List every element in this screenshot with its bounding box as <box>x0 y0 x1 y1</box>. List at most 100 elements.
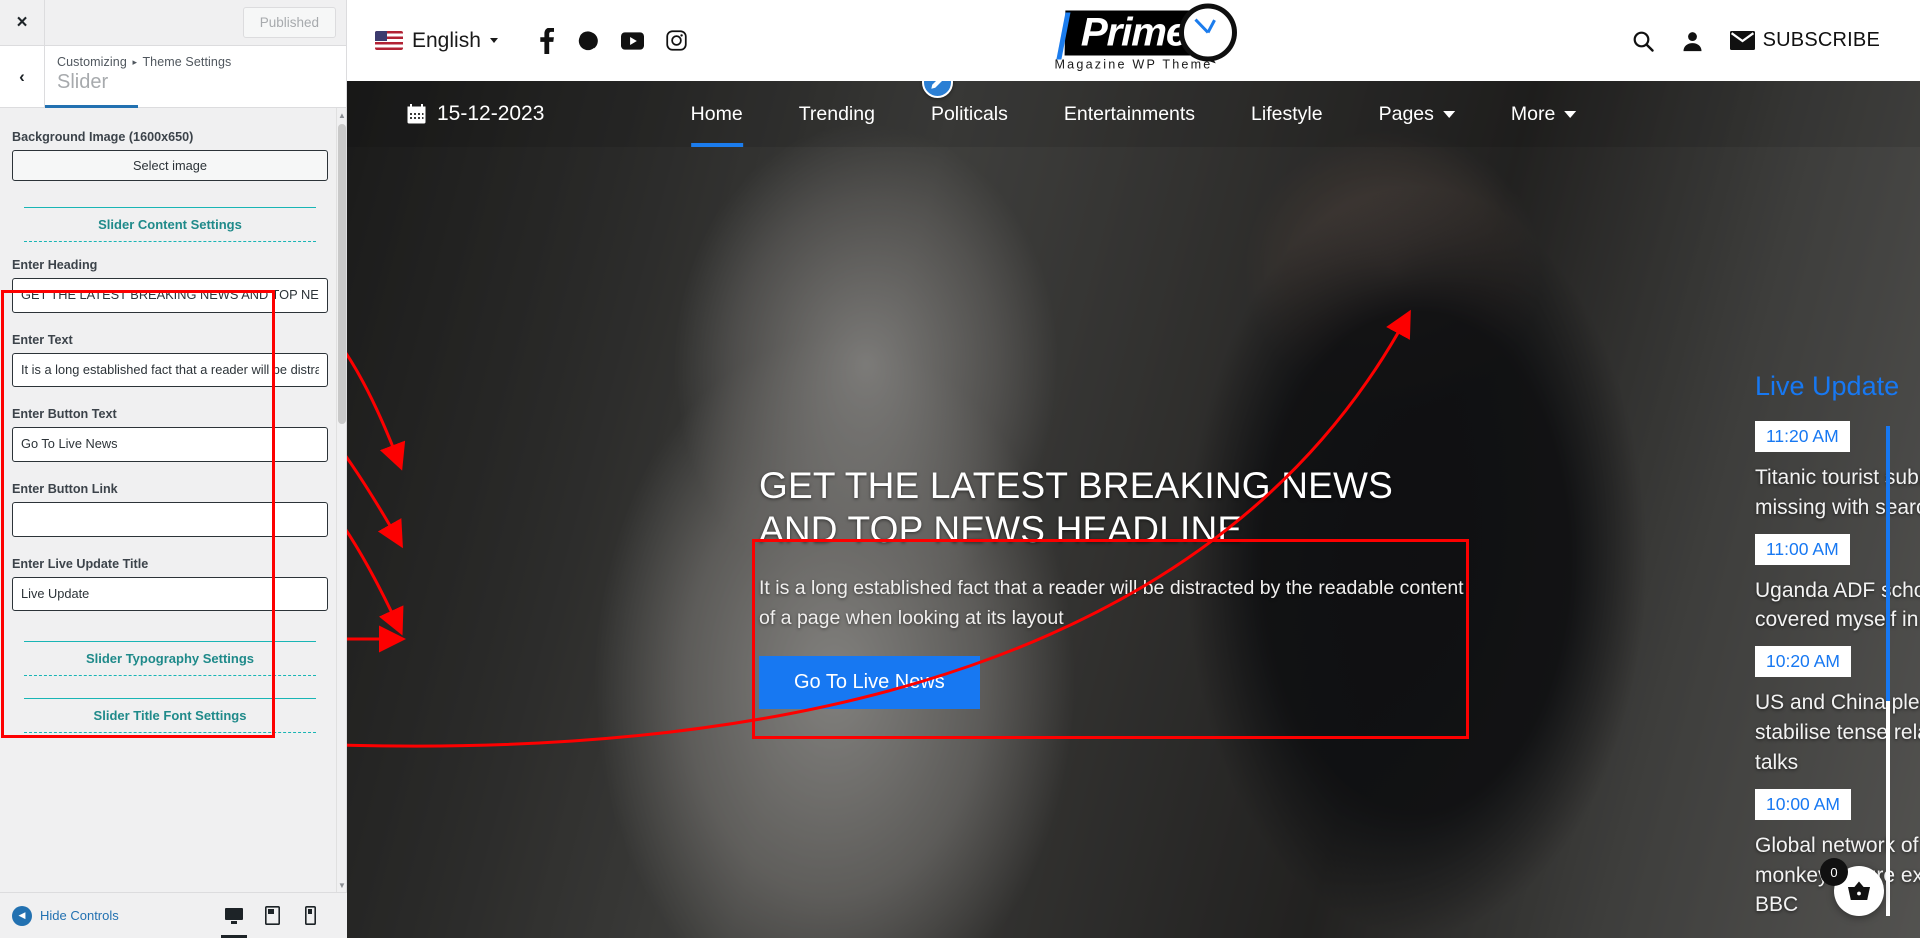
field-enter-text: Enter Text <box>12 333 328 388</box>
nav-item-trending[interactable]: Trending <box>771 81 903 147</box>
nav-item-label: Entertainments <box>1063 103 1196 125</box>
slider-progress-bar[interactable] <box>1886 426 1890 916</box>
slide-content: GET THE LATEST BREAKING NEWS AND TOP NEW… <box>759 464 1475 710</box>
nav-item-entertainments[interactable]: Entertainments <box>1036 81 1223 147</box>
google-icon[interactable] <box>577 30 599 52</box>
pencil-icon <box>931 81 942 89</box>
nav-item-label: Lifestyle <box>1251 103 1323 125</box>
subscribe-label: SUBSCRIBE <box>1762 29 1880 51</box>
input-enter-live-update-title[interactable] <box>12 576 328 612</box>
screen: × Published ‹ Customizing ▸ Theme Settin… <box>0 0 1920 938</box>
facebook-icon[interactable] <box>538 27 555 54</box>
desktop-icon <box>225 907 243 924</box>
input-enter-button-link[interactable] <box>12 501 328 537</box>
desktop-preview-button[interactable] <box>215 893 253 938</box>
customizer-footer: ◀ Hide Controls <box>0 892 347 938</box>
mobile-preview-button[interactable] <box>291 893 329 938</box>
clock-icon <box>1179 4 1236 60</box>
us-flag-icon <box>375 31 403 50</box>
chevron-down-icon <box>1564 110 1577 118</box>
nav-item-lifestyle[interactable]: Lifestyle <box>1223 81 1351 147</box>
envelope-icon <box>1729 31 1755 50</box>
language-label: English <box>412 28 481 52</box>
tablet-icon <box>264 906 280 925</box>
customizer-controls-body: Background Image (1600x650) Select image… <box>0 108 346 892</box>
site-logo[interactable]: Prime Magazine WP Theme <box>1054 4 1236 71</box>
live-update-headline[interactable]: US and China pledge to stabilise tense r… <box>1755 688 1920 777</box>
select-image-button[interactable]: Select image <box>12 150 328 181</box>
collapse-icon: ◀ <box>12 905 32 926</box>
scroll-up-arrow-icon[interactable]: ▲ <box>337 108 346 122</box>
live-update-time: 11:20 AM <box>1755 421 1850 452</box>
nav-item-label: More <box>1510 103 1556 125</box>
breadcrumb-parent[interactable]: Theme Settings <box>142 55 231 69</box>
scroll-down-arrow-icon[interactable]: ▼ <box>337 878 346 892</box>
nav-item-more[interactable]: More <box>1483 81 1604 147</box>
input-enter-text[interactable] <box>12 352 328 388</box>
slider-progress-thumb[interactable] <box>1886 426 1890 701</box>
panel-titles: Customizing ▸ Theme Settings Slider <box>45 46 231 107</box>
nav-date-label: 15-12-2023 <box>437 102 545 125</box>
logo-tagline: Magazine WP Theme <box>1054 57 1213 71</box>
live-update-title: Live Update <box>1755 371 1900 401</box>
main-navigation: 15-12-2023 Home Trending Politicals Ente… <box>347 81 1920 147</box>
go-to-live-news-button[interactable]: Go To Live News <box>759 656 980 710</box>
live-update-item: 10:20 AM US and China pledge to stabilis… <box>1755 646 1920 777</box>
label-enter-heading: Enter Heading <box>12 258 98 272</box>
nav-item-pages[interactable]: Pages <box>1351 81 1483 147</box>
customizer-section-header: ‹ Customizing ▸ Theme Settings Slider <box>0 46 346 108</box>
mobile-icon <box>304 906 316 925</box>
tablet-preview-button[interactable] <box>253 893 291 938</box>
input-enter-button-text[interactable] <box>12 427 328 462</box>
cart-count-badge: 0 <box>1820 858 1848 886</box>
nav-date: 15-12-2023 <box>407 102 544 126</box>
social-links <box>538 27 687 54</box>
hero-slider: 15-12-2023 Home Trending Politicals Ente… <box>347 81 1920 938</box>
nav-item-label: Pages <box>1378 103 1434 125</box>
back-button[interactable]: ‹ <box>0 46 45 107</box>
top-bar-actions: SUBSCRIBE <box>1631 29 1880 53</box>
calendar-icon <box>407 104 426 124</box>
section-heading-slider-typography[interactable]: Slider Typography Settings <box>24 641 316 677</box>
youtube-icon[interactable] <box>620 31 644 50</box>
user-icon[interactable] <box>1681 29 1704 53</box>
live-update-panel: Live Update 11:20 AM Titanic tourist sub… <box>1755 371 1920 931</box>
publish-button[interactable]: Published <box>242 7 336 38</box>
hide-controls-button[interactable]: ◀ Hide Controls <box>12 905 119 926</box>
field-enter-button-text: Enter Button Text <box>12 407 328 462</box>
live-update-headline[interactable]: Uganda ADF school attack: I covered myse… <box>1755 576 1920 636</box>
wordpress-customizer-panel: × Published ‹ Customizing ▸ Theme Settin… <box>0 0 347 938</box>
search-icon[interactable] <box>1631 29 1655 53</box>
site-top-bar: English Prime Magazine WP Theme SUBSCRIB… <box>347 0 1920 81</box>
section-heading-slider-content: Slider Content Settings <box>24 207 316 242</box>
close-icon: × <box>16 11 28 33</box>
subscribe-button[interactable]: SUBSCRIBE <box>1729 29 1880 52</box>
close-customizer-button[interactable]: × <box>0 0 45 45</box>
label-enter-live-update-title: Enter Live Update Title <box>12 556 149 571</box>
label-enter-button-link: Enter Button Link <box>12 481 118 496</box>
customizer-controls-list: Background Image (1600x650) Select image… <box>0 108 346 743</box>
input-enter-heading[interactable] <box>12 278 328 313</box>
device-preview-switcher <box>215 893 329 938</box>
shopping-basket-icon <box>1848 881 1870 900</box>
instagram-icon[interactable] <box>666 30 687 51</box>
hide-controls-label: Hide Controls <box>40 908 119 923</box>
field-enter-heading: Enter Heading <box>12 258 328 313</box>
chevron-down-icon <box>489 38 498 43</box>
background-image-label: Background Image (1600x650) <box>12 130 194 144</box>
field-enter-button-link: Enter Button Link <box>12 482 328 537</box>
section-heading-slider-title-font[interactable]: Slider Title Font Settings <box>24 698 316 734</box>
language-selector[interactable]: English <box>369 25 504 57</box>
customizer-scrollbar[interactable]: ▲ ▼ <box>336 108 346 892</box>
customizer-topbar: × Published <box>0 0 346 46</box>
scrollbar-thumb[interactable] <box>338 124 346 424</box>
nav-item-home[interactable]: Home <box>663 81 771 147</box>
live-update-time: 11:00 AM <box>1755 533 1850 565</box>
live-update-headline[interactable]: Titanic tourist submersible goes missing… <box>1755 463 1920 523</box>
chevron-down-icon <box>1442 110 1455 118</box>
live-update-time: 10:00 AM <box>1755 788 1851 820</box>
breadcrumb-root: Customizing <box>57 55 127 69</box>
label-enter-button-text: Enter Button Text <box>12 407 117 422</box>
nav-item-politicals[interactable]: Politicals <box>903 81 1036 147</box>
